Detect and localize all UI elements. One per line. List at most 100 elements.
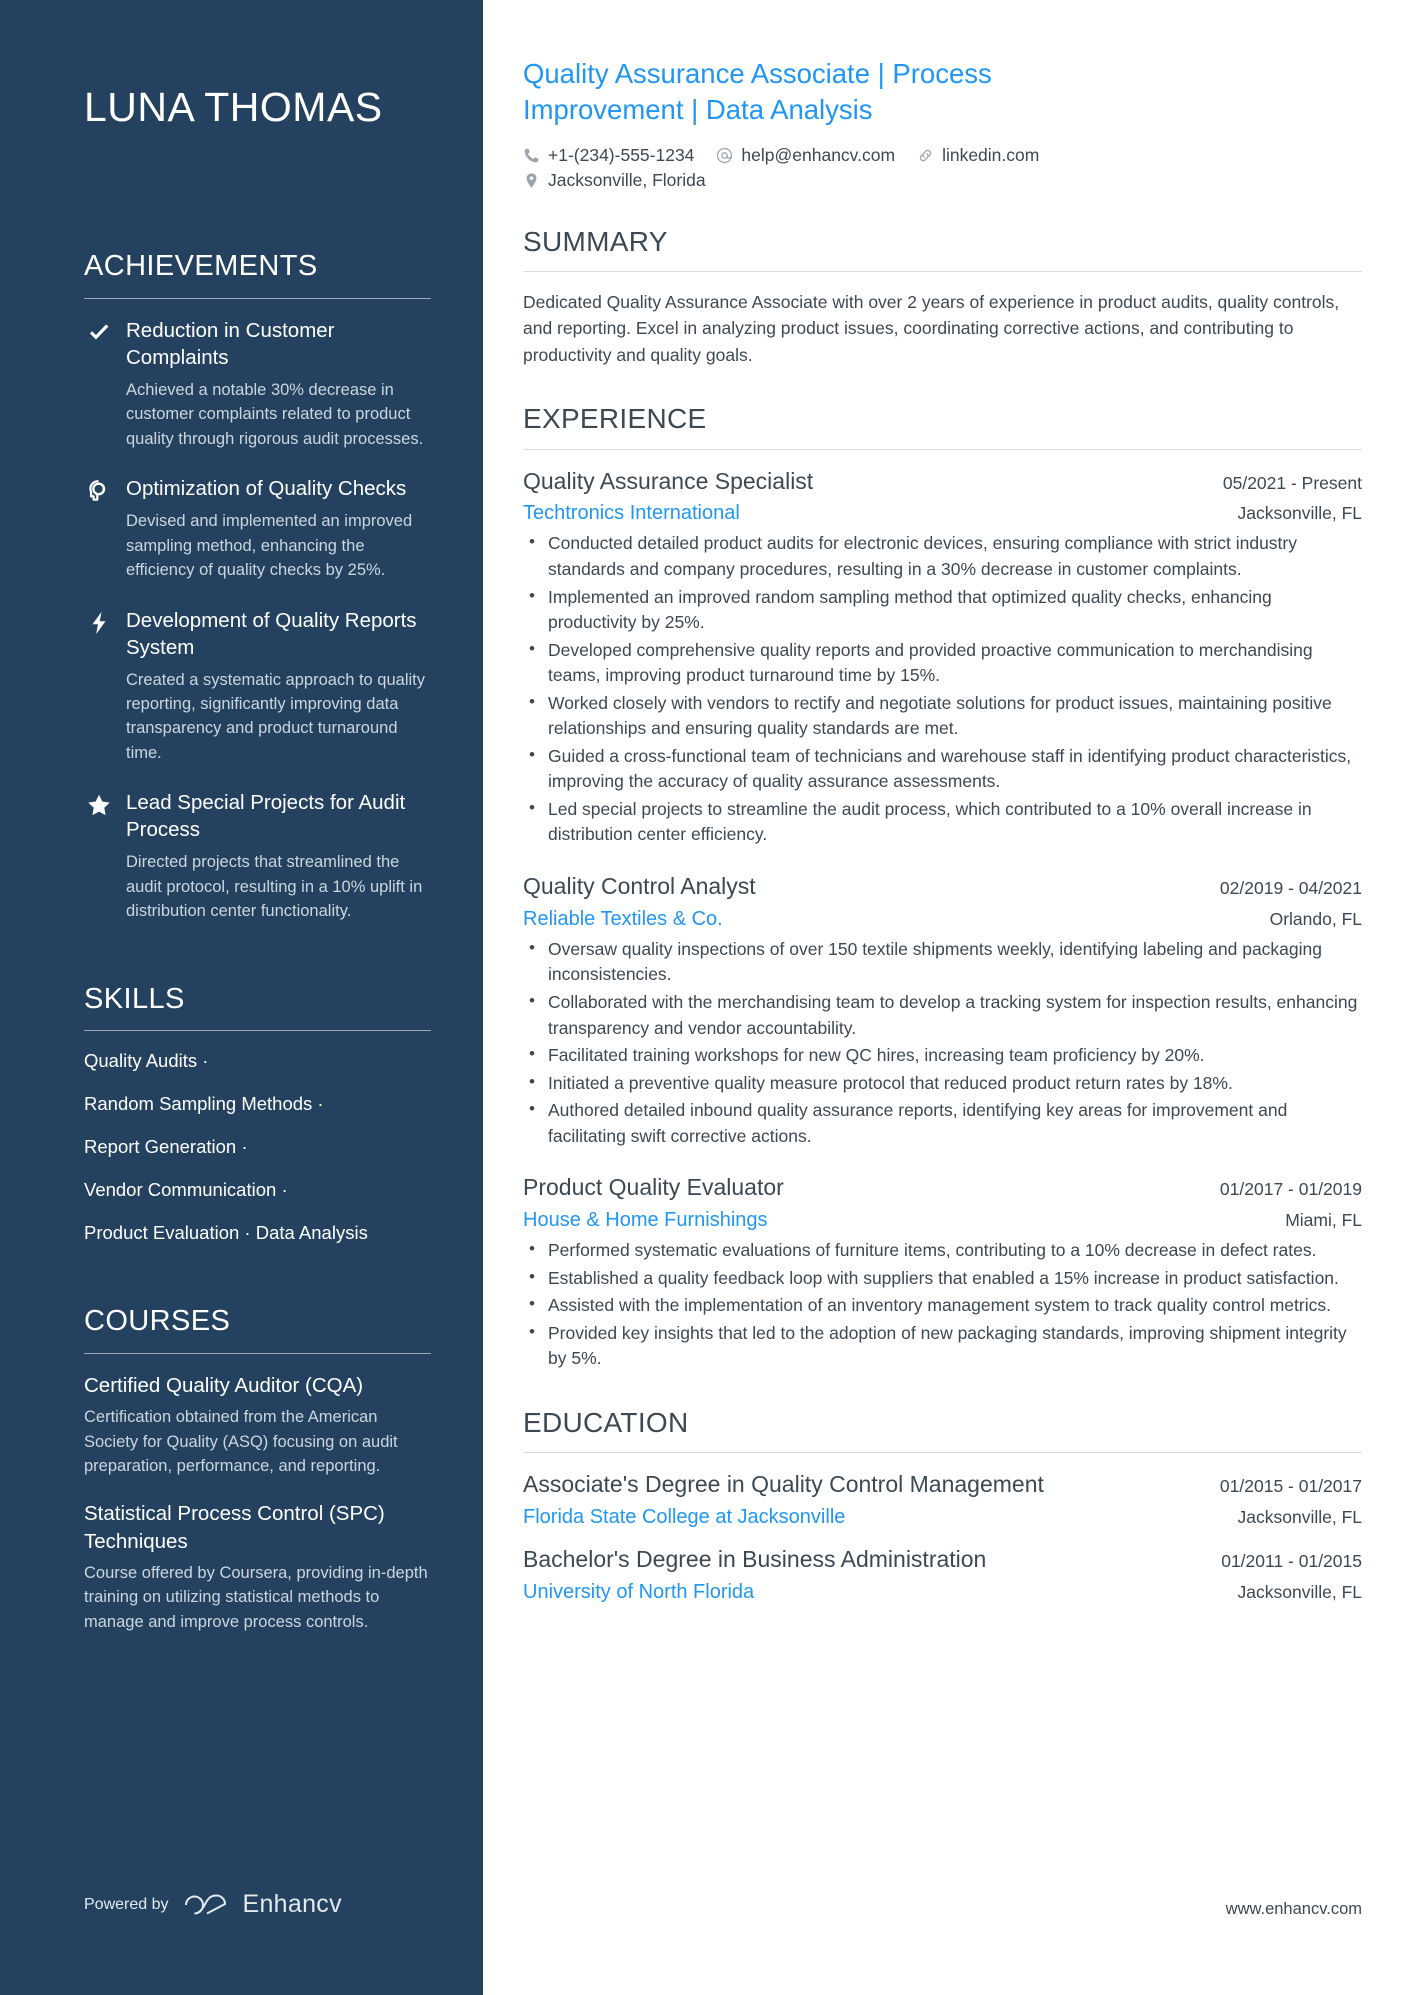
achievement-description: Directed projects that streamlined the a…	[126, 853, 423, 921]
courses-section: COURSES Certified Quality Auditor (CQA) …	[84, 1304, 431, 1634]
contact-location: Jacksonville, Florida	[523, 170, 706, 191]
sidebar: LUNA THOMAS ACHIEVEMENTS Reduction in Cu…	[0, 0, 483, 1995]
achievement-item: Lead Special Projects for Audit Process …	[84, 789, 431, 923]
skills-section: SKILLS Quality Audits · Random Sampling …	[84, 982, 431, 1247]
entry-org-row: Techtronics International Jacksonville, …	[523, 500, 1362, 527]
bullet-item: Conducted detailed product audits for el…	[523, 530, 1362, 582]
degree-title: Associate's Degree in Quality Control Ma…	[523, 1471, 1044, 1498]
contact-phone[interactable]: +1-(234)-555-1234	[523, 145, 694, 166]
entry-org-row: House & Home Furnishings Miami, FL	[523, 1207, 1362, 1234]
link-icon	[917, 147, 934, 164]
courses-heading: COURSES	[84, 1305, 231, 1338]
experience-entry: Product Quality Evaluator 01/2017 - 01/2…	[523, 1173, 1362, 1372]
job-title: Product Quality Evaluator	[523, 1174, 784, 1201]
enhancv-logo-icon	[183, 1892, 229, 1918]
main-column: Quality Assurance Associate | Process Im…	[483, 0, 1410, 1995]
degree-title: Bachelor's Degree in Business Administra…	[523, 1546, 987, 1573]
achievement-item: Development of Quality Reports System Cr…	[84, 607, 431, 766]
job-date: 05/2021 - Present	[1222, 472, 1362, 493]
bullet-item: Assisted with the implementation of an i…	[523, 1292, 1362, 1319]
candidate-name: LUNA THOMAS	[84, 84, 383, 130]
job-title: Quality Assurance Specialist	[523, 467, 814, 494]
entry-org-row: Reliable Textiles & Co. Orlando, FL	[523, 906, 1362, 933]
powered-by-label: Powered by	[84, 1895, 169, 1913]
location-value: Jacksonville, Florida	[548, 169, 706, 190]
education-heading: EDUCATION	[523, 1406, 689, 1438]
school-name[interactable]: University of North Florida	[523, 1579, 754, 1606]
company-name[interactable]: Techtronics International	[523, 500, 740, 527]
experience-entry: Quality Control Analyst 02/2019 - 04/202…	[523, 872, 1362, 1149]
bullet-item: Authored detailed inbound quality assura…	[523, 1097, 1362, 1149]
course-description: Certification obtained from the American…	[84, 1408, 398, 1476]
bullet-item: Developed comprehensive quality reports …	[523, 637, 1362, 689]
contact-block: +1-(234)-555-1234 help@enhancv.com linke…	[523, 145, 1163, 191]
company-name[interactable]: House & Home Furnishings	[523, 1207, 768, 1234]
bullet-item: Established a quality feedback loop with…	[523, 1265, 1362, 1292]
course-title: Certified Quality Auditor (CQA)	[84, 1373, 364, 1397]
section-divider	[523, 1452, 1362, 1454]
at-sign-icon	[716, 147, 733, 164]
achievement-description: Achieved a notable 30% decrease in custo…	[126, 381, 424, 448]
contact-linkedin[interactable]: linkedin.com	[917, 145, 1039, 166]
summary-heading: SUMMARY	[523, 225, 668, 257]
course-item: Statistical Process Control (SPC) Techni…	[84, 1500, 431, 1634]
section-divider	[523, 448, 1362, 450]
company-name[interactable]: Reliable Textiles & Co.	[523, 906, 723, 933]
summary-text: Dedicated Quality Assurance Associate wi…	[523, 292, 1340, 365]
job-location: Jacksonville, FL	[1237, 503, 1363, 524]
achievement-title: Reduction in Customer Complaints	[126, 318, 335, 369]
contact-row-primary: +1-(234)-555-1234 help@enhancv.com linke…	[523, 145, 1163, 166]
school-name[interactable]: Florida State College at Jacksonville	[523, 1504, 845, 1531]
powered-by-enhancv: Powered by Enhancv	[84, 1890, 342, 1919]
experience-section: EXPERIENCE Quality Assurance Specialist …	[523, 402, 1362, 1372]
phone-value: +1-(234)-555-1234	[548, 144, 695, 165]
bullet-item: Performed systematic evaluations of furn…	[523, 1237, 1362, 1264]
achievement-item: Reduction in Customer Complaints Achieve…	[84, 317, 431, 451]
bullet-item: Worked closely with vendors to rectify a…	[523, 690, 1362, 742]
job-location: Miami, FL	[1285, 1210, 1362, 1231]
job-title: Quality Control Analyst	[523, 872, 756, 899]
achievement-title: Optimization of Quality Checks	[126, 477, 407, 501]
entry-org-row: University of North Florida Jacksonville…	[523, 1579, 1362, 1606]
entry-org-row: Florida State College at Jacksonville Ja…	[523, 1504, 1362, 1531]
star-icon	[84, 789, 114, 817]
skill-line: Product Evaluation · Data Analysis	[84, 1222, 368, 1244]
bullet-item: Guided a cross-functional team of techni…	[523, 743, 1362, 795]
job-location: Orlando, FL	[1269, 908, 1362, 929]
bullet-item: Initiated a preventive quality measure p…	[523, 1070, 1362, 1097]
linkedin-value: linkedin.com	[942, 144, 1040, 165]
location-pin-icon	[523, 172, 540, 189]
skill-line: Quality Audits ·	[84, 1050, 209, 1072]
skill-line: Vendor Communication ·	[84, 1179, 288, 1201]
skill-line: Report Generation ·	[84, 1136, 248, 1158]
course-title: Statistical Process Control (SPC) Techni…	[84, 1502, 385, 1553]
check-icon	[84, 317, 114, 345]
entry-title-row: Product Quality Evaluator 01/2017 - 01/2…	[523, 1173, 1362, 1203]
education-entry: Associate's Degree in Quality Control Ma…	[523, 1470, 1362, 1531]
entry-title-row: Quality Assurance Specialist 05/2021 - P…	[523, 467, 1362, 497]
contact-email[interactable]: help@enhancv.com	[716, 145, 895, 166]
summary-section: SUMMARY Dedicated Quality Assurance Asso…	[523, 225, 1362, 368]
experience-heading: EXPERIENCE	[523, 402, 707, 434]
course-description: Course offered by Coursera, providing in…	[84, 1563, 428, 1631]
resume-page: LUNA THOMAS ACHIEVEMENTS Reduction in Cu…	[0, 0, 1410, 1995]
experience-entry: Quality Assurance Specialist 05/2021 - P…	[523, 467, 1362, 848]
achievement-description: Created a systematic approach to quality…	[126, 670, 425, 762]
bullet-item: Provided key insights that led to the ad…	[523, 1320, 1362, 1372]
section-divider	[84, 1352, 431, 1354]
footer-url[interactable]: www.enhancv.com	[1226, 1900, 1362, 1919]
school-location: Jacksonville, FL	[1237, 1582, 1363, 1603]
entry-title-row: Associate's Degree in Quality Control Ma…	[523, 1470, 1362, 1500]
phone-icon	[523, 147, 540, 164]
skill-line: Random Sampling Methods ·	[84, 1093, 324, 1115]
contact-row-secondary: Jacksonville, Florida	[523, 170, 1163, 191]
skills-heading: SKILLS	[84, 982, 185, 1015]
lightning-bolt-icon	[84, 607, 114, 635]
bullet-item: Implemented an improved random sampling …	[523, 584, 1362, 636]
section-divider	[523, 271, 1362, 273]
degree-date: 01/2015 - 01/2017	[1219, 1476, 1362, 1497]
job-bullets: Oversaw quality inspections of over 150 …	[523, 936, 1362, 1149]
bullet-item: Collaborated with the merchandising team…	[523, 989, 1362, 1041]
email-value: help@enhancv.com	[741, 144, 896, 165]
achievement-title: Development of Quality Reports System	[126, 608, 417, 659]
